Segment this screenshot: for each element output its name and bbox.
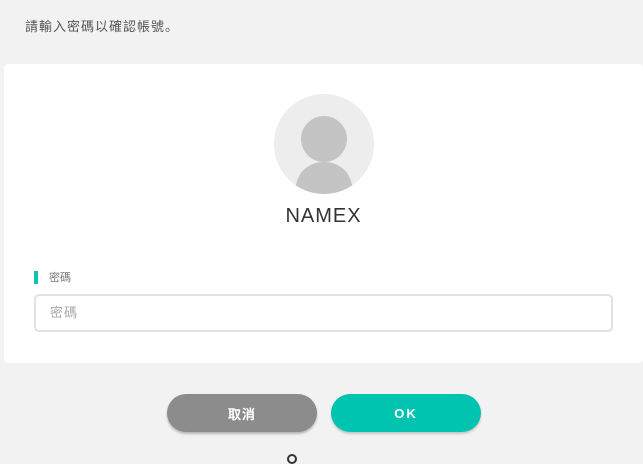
password-label: 密碼 — [34, 270, 71, 284]
instruction-text: 請輸入密碼以確認帳號。 — [25, 20, 180, 35]
password-input[interactable] — [34, 294, 613, 332]
ok-button[interactable]: OK — [331, 394, 481, 432]
page-indicator-dot — [287, 454, 297, 464]
label-accent-bar — [34, 270, 38, 284]
cancel-button[interactable]: 取消 — [167, 394, 317, 432]
username: NAMEX — [285, 205, 362, 227]
account-card: NAMEX 密碼 — [4, 64, 643, 363]
password-label-text: 密碼 — [49, 271, 71, 284]
avatar — [274, 94, 374, 194]
default-user-avatar-icon — [274, 94, 374, 194]
